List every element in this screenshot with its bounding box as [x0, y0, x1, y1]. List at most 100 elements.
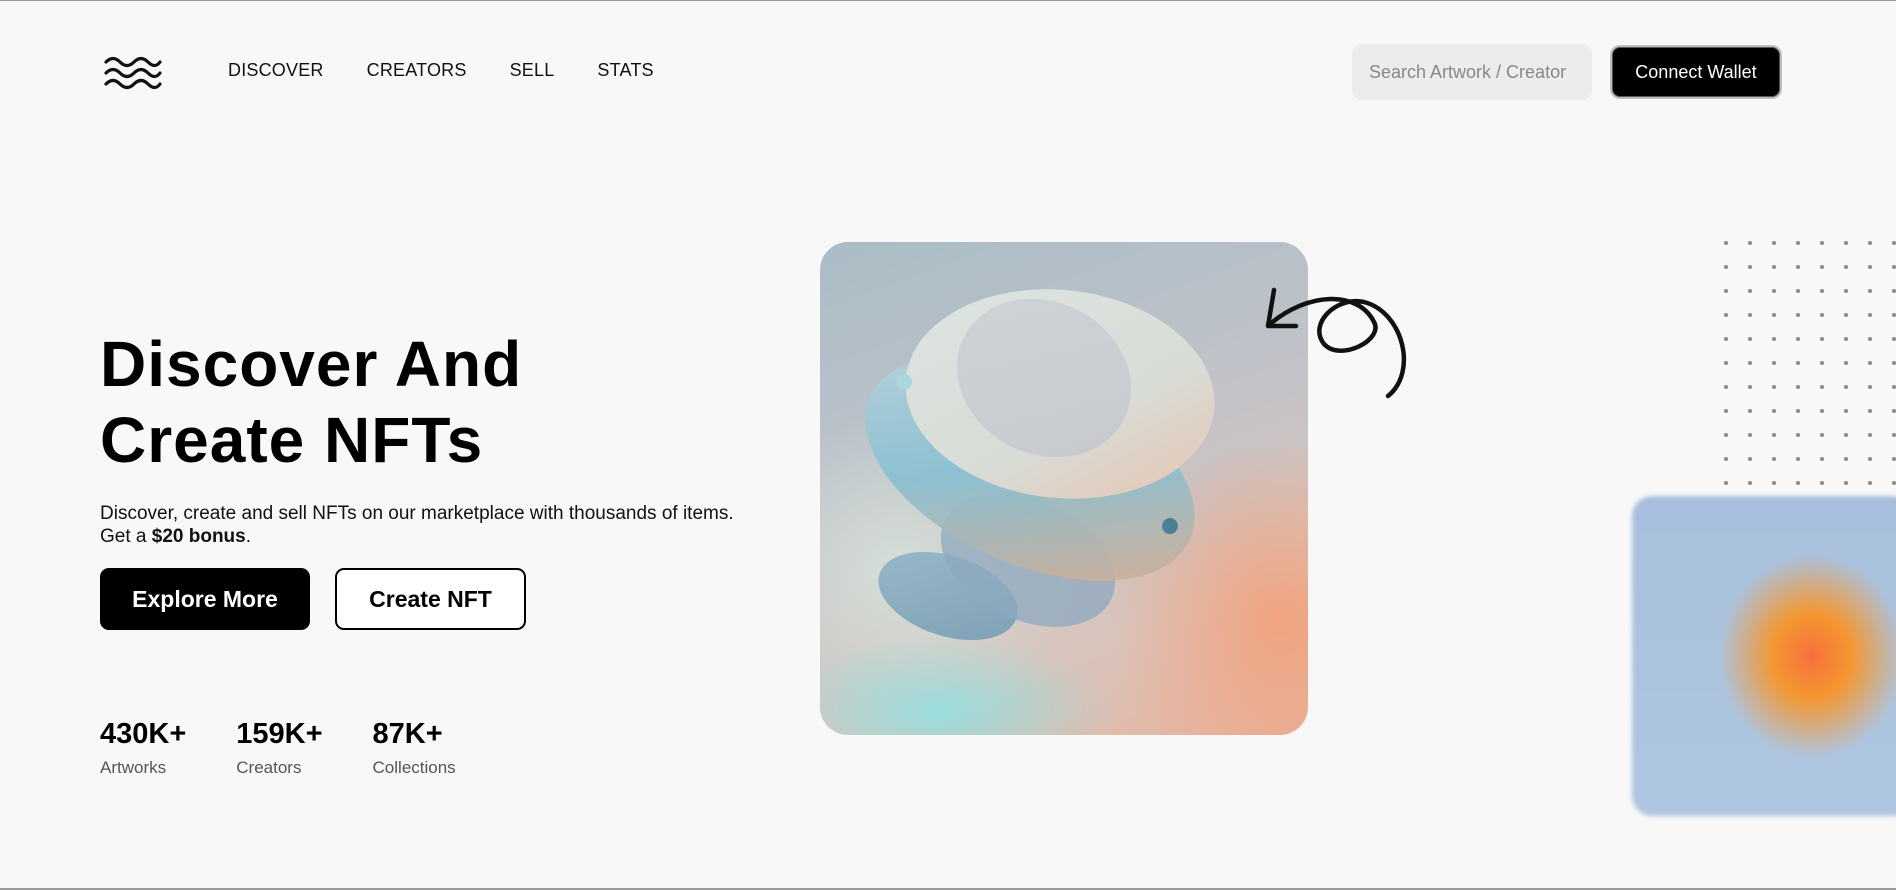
decor-dot	[1892, 385, 1896, 389]
decor-dot	[1724, 481, 1728, 485]
waves-logo-icon[interactable]	[104, 54, 162, 92]
decor-dot	[1796, 313, 1800, 317]
decor-dot	[1748, 241, 1752, 245]
decor-dot	[1772, 289, 1776, 293]
decor-dot	[1820, 337, 1824, 341]
decor-dot	[1748, 265, 1752, 269]
decor-dot	[1868, 337, 1872, 341]
decor-dot	[1796, 337, 1800, 341]
stat-artworks: 430K+ Artworks	[100, 716, 186, 778]
hero-subtitle-end: .	[245, 526, 252, 547]
nav-creators[interactable]: CREATORS	[367, 60, 467, 81]
decor-dot	[1820, 265, 1824, 269]
decor-dot	[1772, 241, 1776, 245]
decor-dot	[1772, 385, 1776, 389]
decor-dot	[1772, 481, 1776, 485]
decor-dot	[1724, 265, 1728, 269]
decor-dot	[1724, 433, 1728, 437]
nav-sell[interactable]: SELL	[510, 60, 555, 81]
decor-dot	[1748, 337, 1752, 341]
decor-dot	[1772, 361, 1776, 365]
decor-dot	[1820, 457, 1824, 461]
decor-dot	[1868, 289, 1872, 293]
decor-dot	[1892, 289, 1896, 293]
stat-label: Creators	[236, 758, 302, 777]
decor-dot	[1868, 241, 1872, 245]
decor-dot	[1748, 433, 1752, 437]
decor-dot	[1748, 313, 1752, 317]
decor-dot	[1748, 481, 1752, 485]
decor-dot	[1748, 361, 1752, 365]
decor-dot	[1844, 289, 1848, 293]
decor-dot	[1892, 433, 1896, 437]
featured-nft-artwork[interactable]	[820, 242, 1308, 735]
decor-dot	[1772, 265, 1776, 269]
decor-dot	[1892, 313, 1896, 317]
explore-more-button[interactable]: Explore More	[100, 568, 310, 630]
connect-wallet-button[interactable]: Connect Wallet	[1612, 47, 1780, 97]
nav-discover[interactable]: DISCOVER	[228, 60, 324, 81]
decor-dot	[1748, 385, 1752, 389]
decor-dot	[1892, 337, 1896, 341]
decor-dot	[1844, 409, 1848, 413]
decor-dot	[1724, 409, 1728, 413]
decor-dot	[1844, 313, 1848, 317]
decor-dot	[1796, 385, 1800, 389]
decor-dot	[1844, 385, 1848, 389]
decor-dot	[1724, 289, 1728, 293]
hero-title-line-2: Create NFTs	[100, 404, 484, 476]
decor-dot	[1772, 337, 1776, 341]
decor-dot	[1724, 241, 1728, 245]
abstract-discs-illustration	[865, 289, 1215, 641]
decor-dot	[1844, 241, 1848, 245]
hero-title: Discover And Create NFTs	[100, 326, 700, 478]
nav-stats[interactable]: STATS	[597, 60, 653, 81]
decor-dot	[1820, 289, 1824, 293]
decor-dot	[1868, 265, 1872, 269]
decor-dot	[1820, 409, 1824, 413]
stat-value: 87K+	[372, 718, 443, 750]
decor-dot	[1820, 481, 1824, 485]
decor-dot	[1844, 457, 1848, 461]
gradient-blob-artwork[interactable]	[1632, 496, 1896, 816]
decor-dot	[1724, 337, 1728, 341]
decor-dot	[1844, 481, 1848, 485]
decor-dot	[1796, 433, 1800, 437]
search-input[interactable]	[1352, 44, 1592, 100]
decor-dot	[1796, 241, 1800, 245]
decor-dot	[1868, 433, 1872, 437]
curly-arrow-icon	[1265, 287, 1407, 399]
stat-collections: 87K+ Collections	[373, 716, 456, 778]
stat-value: 159K+	[236, 718, 323, 750]
decor-dot	[1748, 457, 1752, 461]
decor-dot	[1772, 313, 1776, 317]
stat-label: Collections	[372, 758, 456, 777]
decor-dot	[1724, 385, 1728, 389]
stat-label: Artworks	[100, 758, 167, 777]
decor-dot	[1868, 409, 1872, 413]
decor-dot	[1724, 457, 1728, 461]
decor-dot	[1868, 457, 1872, 461]
decor-dot	[1820, 241, 1824, 245]
create-nft-button[interactable]: Create NFT	[335, 568, 526, 630]
decor-dot	[1868, 385, 1872, 389]
decor-dot	[1748, 289, 1752, 293]
decor-dot	[1796, 361, 1800, 365]
decor-dot	[1820, 385, 1824, 389]
decor-dot	[1892, 241, 1896, 245]
decor-dot	[1868, 481, 1872, 485]
decor-dot	[1892, 457, 1896, 461]
dot-grid-pattern	[1724, 241, 1896, 485]
hero-subtitle: Discover, create and sell NFTs on our ma…	[100, 502, 740, 548]
decor-dot	[1820, 433, 1824, 437]
decor-dot	[1724, 313, 1728, 317]
decor-dot	[1772, 433, 1776, 437]
decor-dot	[1892, 361, 1896, 365]
decor-dot	[1844, 265, 1848, 269]
decor-dot	[1796, 457, 1800, 461]
decor-dot	[1772, 457, 1776, 461]
decor-dot	[1820, 313, 1824, 317]
hero-bonus: $20 bonus	[151, 526, 246, 547]
stat-creators: 159K+ Creators	[236, 716, 322, 778]
decor-dot	[1724, 361, 1728, 365]
